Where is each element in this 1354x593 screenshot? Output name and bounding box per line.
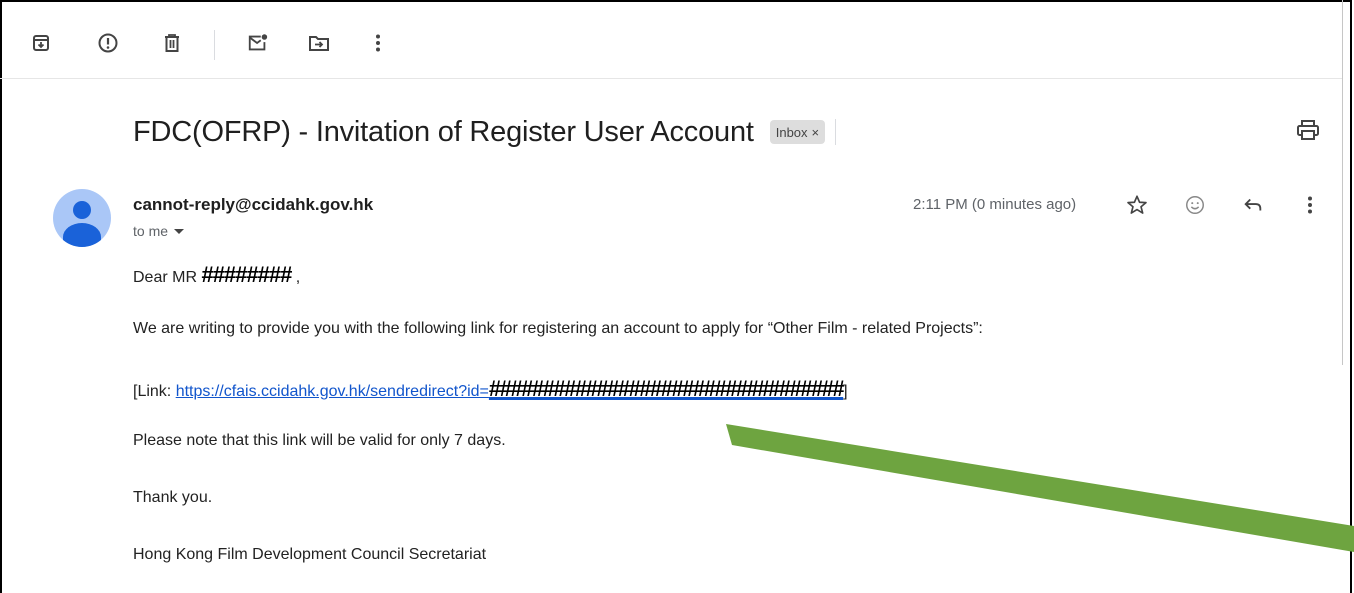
add-reaction-button[interactable]	[1183, 193, 1207, 217]
reply-icon	[1244, 198, 1262, 211]
sender-avatar[interactable]	[53, 189, 111, 247]
email-paragraph-validity: Please note that this link will be valid…	[133, 432, 506, 449]
inbox-label-chip[interactable]: Inbox ×	[769, 120, 826, 144]
vertical-divider	[1342, 0, 1343, 365]
message-toolbar	[0, 0, 1342, 79]
mark-unread-icon	[248, 34, 268, 51]
emoji-icon	[1186, 196, 1204, 214]
reply-button[interactable]	[1241, 193, 1265, 217]
redacted-link-id: #################################	[488, 376, 845, 401]
greeting-prefix: Dear MR	[133, 269, 202, 286]
toolbar-divider	[214, 30, 215, 60]
email-greeting: Dear MR ######## ,	[133, 262, 300, 288]
message-more-button[interactable]	[1298, 193, 1322, 217]
subject-row: FDC(OFRP) - Invitation of Register User …	[133, 112, 837, 152]
delete-icon	[165, 34, 179, 52]
email-subject: FDC(OFRP) - Invitation of Register User …	[133, 115, 754, 148]
link-url: https://cfais.ccidahk.gov.hk/sendredirec…	[175, 383, 489, 400]
delete-button[interactable]	[161, 32, 183, 54]
archive-icon	[33, 35, 49, 51]
more-vert-icon	[376, 34, 380, 52]
email-signature: Hong Kong Film Development Council Secre…	[133, 546, 487, 563]
move-to-icon	[309, 36, 329, 51]
mark-unread-button[interactable]	[247, 32, 269, 54]
registration-link[interactable]: https://cfais.ccidahk.gov.hk/sendredirec…	[175, 376, 845, 401]
avatar-body-shape	[63, 223, 101, 247]
redacted-name: ########	[201, 262, 292, 287]
report-spam-button[interactable]	[97, 32, 119, 54]
label-text: Inbox	[775, 124, 808, 140]
remove-label-icon[interactable]: ×	[812, 125, 820, 140]
more-options-button[interactable]	[367, 32, 389, 54]
print-all-button[interactable]	[1295, 118, 1321, 142]
sender-address[interactable]: cannot-reply@ccidahk.gov.hk	[133, 195, 373, 215]
more-vert-icon	[1308, 196, 1312, 214]
avatar-head-shape	[73, 201, 91, 219]
star-button[interactable]	[1125, 193, 1149, 217]
link-suffix: ]	[843, 383, 848, 400]
move-to-button[interactable]	[308, 32, 330, 54]
email-paragraph-intro: We are writing to provide you with the f…	[133, 320, 983, 337]
link-prefix: [Link:	[133, 383, 176, 400]
archive-button[interactable]	[30, 32, 52, 54]
email-link-line: [Link: https://cfais.ccidahk.gov.hk/send…	[133, 376, 848, 402]
recipient-line: to me	[133, 223, 169, 239]
print-icon	[1297, 120, 1319, 140]
subject-divider	[835, 119, 837, 145]
chevron-down-icon	[174, 228, 185, 234]
email-closing: Thank you.	[133, 489, 213, 506]
star-icon	[1127, 195, 1147, 214]
report-spam-icon	[98, 33, 118, 53]
greeting-suffix: ,	[291, 269, 301, 286]
recipient-details-toggle[interactable]: to me	[133, 223, 185, 239]
email-timestamp: 2:11 PM (0 minutes ago)	[913, 196, 1077, 213]
